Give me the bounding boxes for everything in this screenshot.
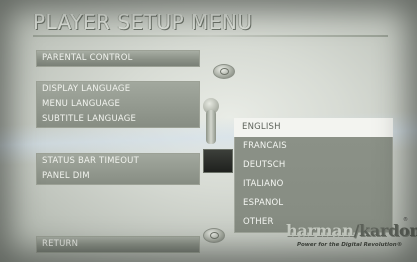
- parental-control-button[interactable]: PARENTAL CONTROL: [36, 50, 200, 67]
- menu-language-item[interactable]: MENU LANGUAGE: [37, 97, 199, 112]
- trademark-mark: ®: [403, 217, 408, 223]
- brand-logo: harman/kardon: [286, 221, 417, 240]
- subtitle-language-dropdown[interactable]: ENGLISH FRANCAIS DEUTSCH ITALIANO ESPANO…: [234, 118, 393, 233]
- page-title: PLAYER SETUP MENU: [33, 10, 253, 34]
- subtitle-language-item[interactable]: SUBTITLE LANGUAGE: [37, 112, 199, 127]
- dropdown-option[interactable]: ESPANOL: [235, 194, 392, 213]
- dropdown-option[interactable]: FRANCAIS: [235, 137, 392, 156]
- return-knob-icon: [203, 228, 225, 243]
- brand-tagline: Power for the Digital Revolution®: [297, 242, 403, 248]
- language-settings-panel: DISPLAY LANGUAGE MENU LANGUAGE SUBTITLE …: [36, 81, 200, 128]
- display-settings-panel: STATUS BAR TIMEOUT PANEL DIM: [36, 153, 200, 185]
- title-divider: [33, 35, 388, 37]
- dropdown-option[interactable]: ITALIANO: [235, 175, 392, 194]
- brand-name-part2: kardon: [359, 221, 417, 240]
- selector-slot-icon: [203, 149, 233, 173]
- panel-dim-item[interactable]: PANEL DIM: [37, 169, 199, 184]
- return-button[interactable]: RETURN: [36, 236, 200, 253]
- brand-name-part1: harman: [286, 221, 354, 240]
- lever-icon: [206, 110, 216, 144]
- dropdown-list: FRANCAIS DEUTSCH ITALIANO ESPANOL OTHER: [234, 137, 393, 233]
- status-bar-timeout-item[interactable]: STATUS BAR TIMEOUT: [37, 154, 199, 169]
- dropdown-option[interactable]: DEUTSCH: [235, 156, 392, 175]
- knob-icon: [213, 64, 235, 79]
- player-setup-screen: PLAYER SETUP MENU PARENTAL CONTROL DISPL…: [0, 0, 417, 262]
- display-language-item[interactable]: DISPLAY LANGUAGE: [37, 82, 199, 97]
- dropdown-option-selected[interactable]: ENGLISH: [234, 118, 393, 137]
